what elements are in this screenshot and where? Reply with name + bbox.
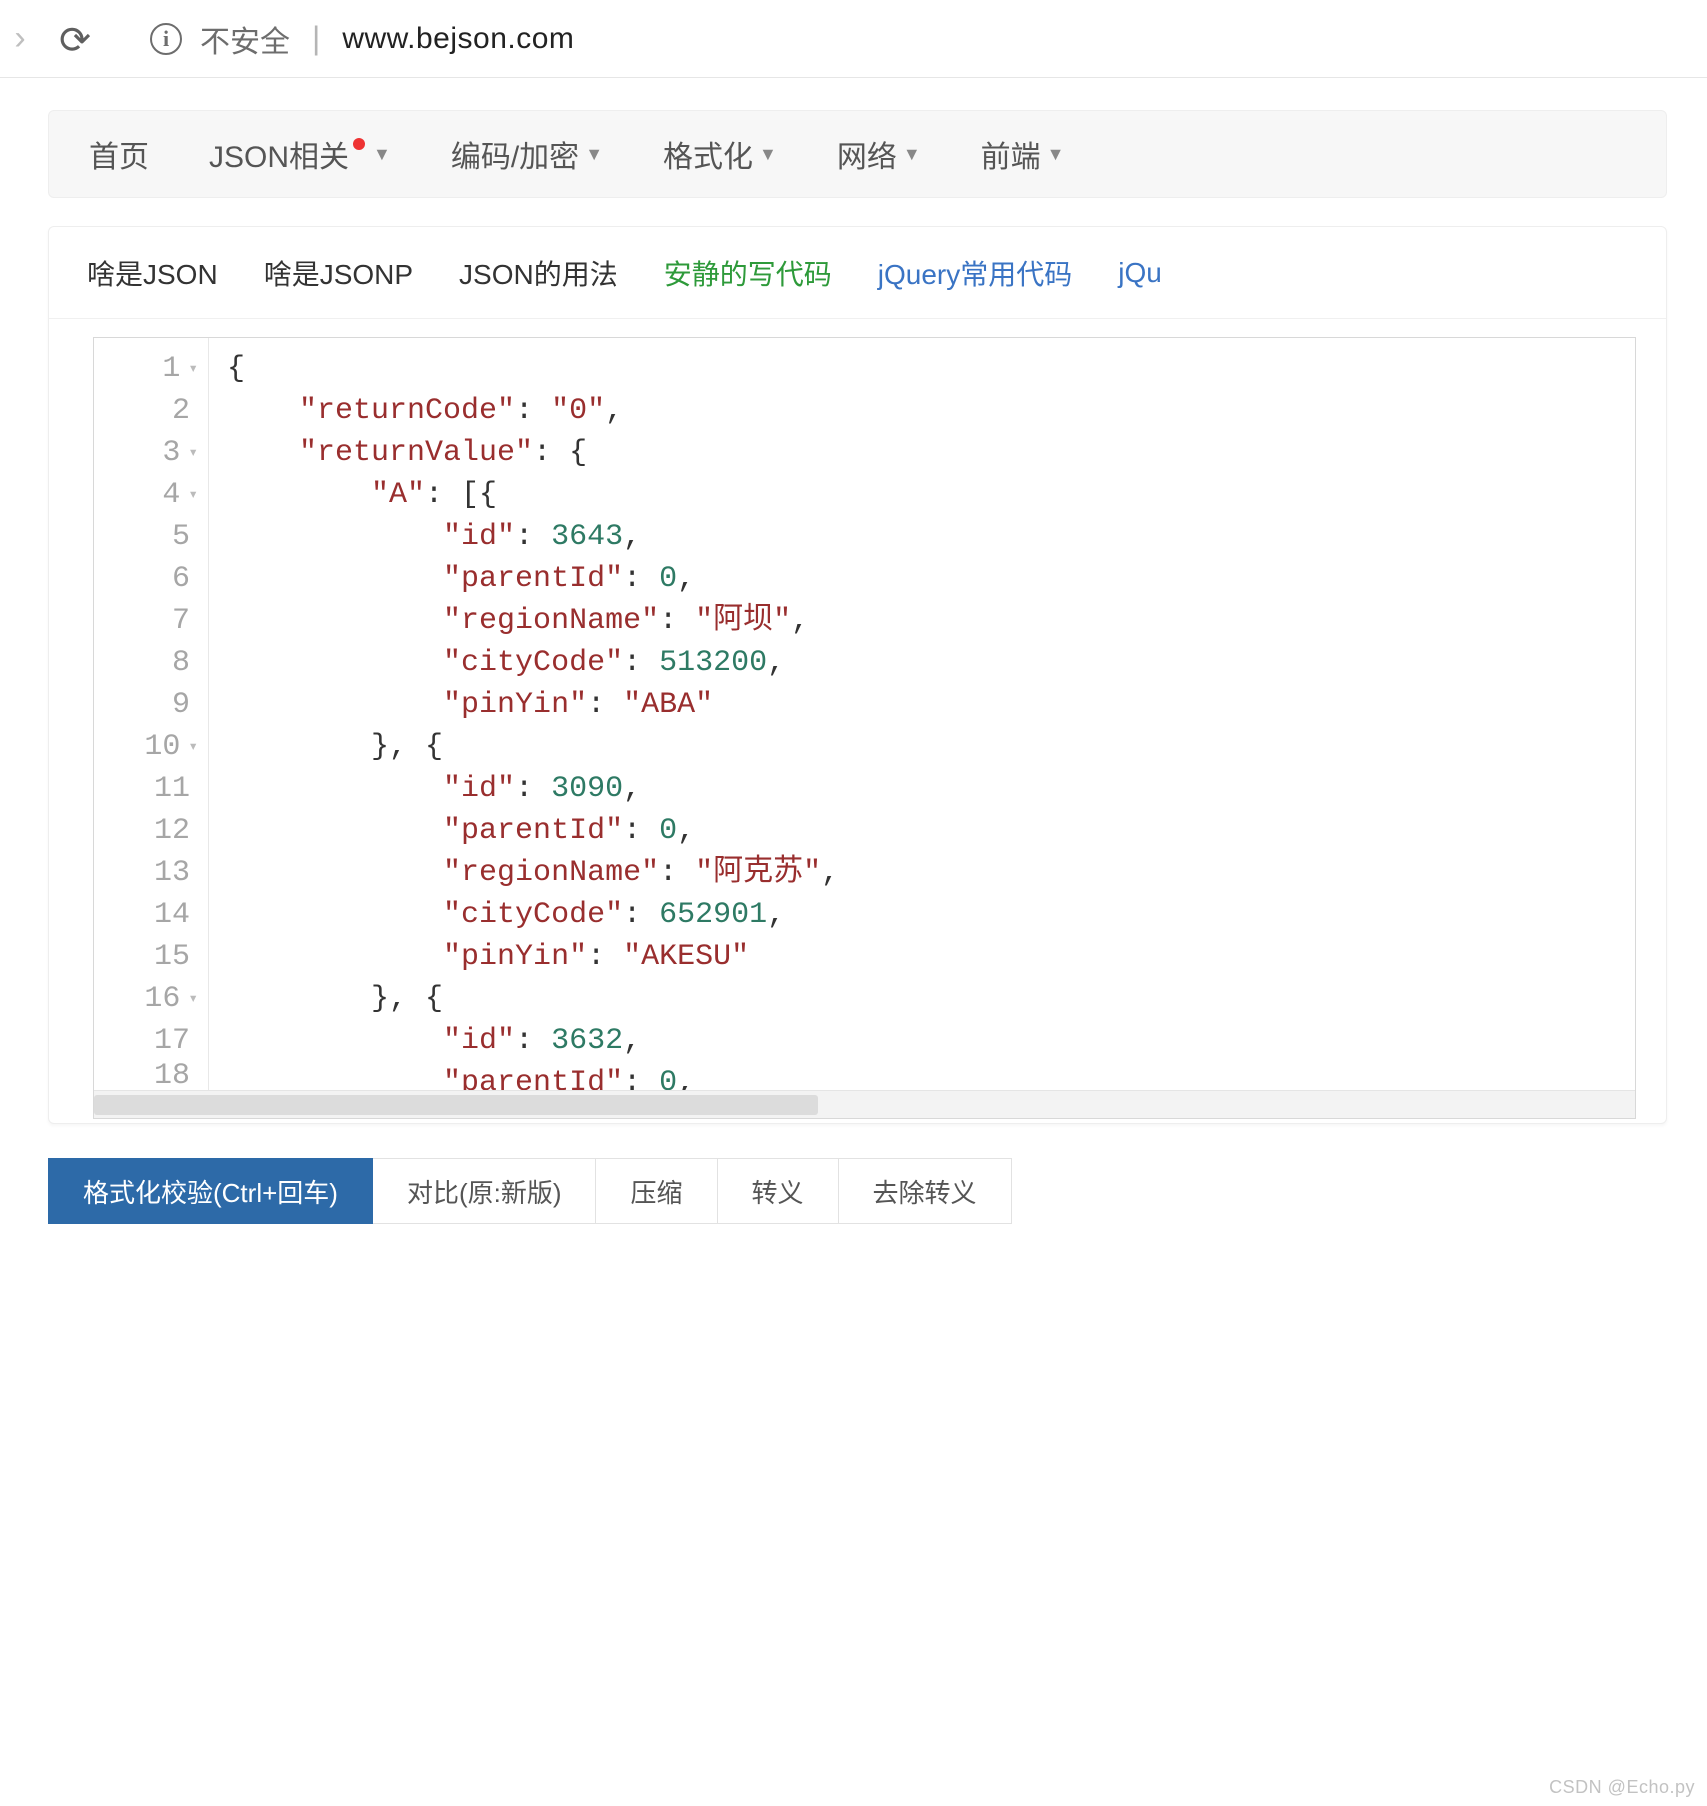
gutter-line: 11 (94, 768, 198, 810)
sub-tab[interactable]: 啥是JSONP (264, 253, 413, 293)
chevron-down-icon: ▼ (759, 144, 777, 165)
code-line: }, { (227, 726, 839, 768)
sub-tab-bar: 啥是JSON 啥是JSONP JSON的用法 安静的写代码 jQuery常用代码 jQu (49, 227, 1666, 319)
fold-icon[interactable]: ▾ (188, 726, 198, 768)
code-line: "A": [{ (227, 474, 839, 516)
nav-item-label: 网络 (837, 132, 897, 176)
line-gutter: 1▾23▾4▾5678910▾111213141516▾1718 (94, 338, 209, 1090)
code-line: "cityCode": 513200, (227, 642, 839, 684)
url-text: www.bejson.com (342, 22, 574, 56)
nav-item-label: 首页 (89, 132, 149, 176)
address-bar[interactable]: i 不安全 | www.bejson.com (110, 17, 574, 61)
horizontal-scrollbar[interactable] (94, 1090, 1635, 1118)
code-editor[interactable]: 1▾23▾4▾5678910▾111213141516▾1718 { "retu… (94, 338, 1635, 1090)
nav-item[interactable]: 前端 ▼ (981, 132, 1065, 176)
address-separator: | (308, 20, 324, 57)
gutter-line: 3▾ (94, 432, 198, 474)
code-line: "id": 3090, (227, 768, 839, 810)
editor-container: 1▾23▾4▾5678910▾111213141516▾1718 { "retu… (93, 337, 1636, 1119)
json-card: 啥是JSON啥是JSONPJSON的用法安静的写代码jQuery常用代码jQu … (48, 226, 1667, 1124)
code-line: "parentId": 0, (227, 558, 839, 600)
fold-icon[interactable]: ▾ (188, 432, 198, 474)
nav-item[interactable]: 编码/加密 ▼ (451, 132, 603, 176)
nav-item[interactable]: JSON相关 ▼ (209, 132, 391, 176)
gutter-line: 4▾ (94, 474, 198, 516)
code-line: "returnCode": "0", (227, 390, 839, 432)
code-line: "regionName": "阿克苏", (227, 852, 839, 894)
scrollbar-thumb[interactable] (94, 1095, 818, 1115)
action-button[interactable]: 转义 (718, 1158, 839, 1224)
nav-item-label: 编码/加密 (451, 132, 579, 176)
code-line: "id": 3643, (227, 516, 839, 558)
action-button[interactable]: 去除转义 (839, 1158, 1012, 1224)
reload-icon[interactable]: ⟳ (40, 18, 110, 63)
action-button[interactable]: 压缩 (596, 1158, 717, 1224)
chevron-down-icon: ▼ (373, 144, 391, 165)
gutter-line: 9 (94, 684, 198, 726)
insecure-label: 不安全 (200, 17, 290, 61)
gutter-line: 2 (94, 390, 198, 432)
code-line: "pinYin": "ABA" (227, 684, 839, 726)
gutter-line: 8 (94, 642, 198, 684)
nav-item[interactable]: 网络 ▼ (837, 132, 921, 176)
gutter-line: 16▾ (94, 978, 198, 1020)
sub-tab[interactable]: jQuery常用代码 (878, 253, 1072, 293)
gutter-line: 15 (94, 936, 198, 978)
site-info-icon[interactable]: i (150, 23, 182, 55)
code-line: "id": 3632, (227, 1020, 839, 1062)
code-line: { (227, 348, 839, 390)
gutter-line: 12 (94, 810, 198, 852)
nav-item[interactable]: 格式化 ▼ (663, 132, 777, 176)
watermark: CSDN @Echo.py (1549, 1777, 1695, 1798)
code-line: "pinYin": "AKESU" (227, 936, 839, 978)
forward-icon[interactable]: › (0, 19, 40, 58)
fold-icon[interactable]: ▾ (188, 474, 198, 516)
nav-item[interactable]: 首页 (89, 132, 149, 176)
code-area[interactable]: { "returnCode": "0", "returnValue": { "A… (209, 338, 839, 1090)
gutter-line: 7 (94, 600, 198, 642)
fold-icon[interactable]: ▾ (188, 348, 198, 390)
code-line: "cityCode": 652901, (227, 894, 839, 936)
browser-toolbar: › ⟳ i 不安全 | www.bejson.com (0, 0, 1707, 78)
site-nav: 首页 JSON相关 ▼ 编码/加密 ▼ 格式化 ▼ 网络 ▼ 前端 ▼ (48, 110, 1667, 198)
sub-tab[interactable]: JSON的用法 (459, 253, 618, 293)
sub-tab[interactable]: 啥是JSON (87, 253, 218, 293)
chevron-down-icon: ▼ (903, 144, 921, 165)
format-validate-button[interactable]: 格式化校验(Ctrl+回车) (48, 1158, 373, 1224)
gutter-line: 5 (94, 516, 198, 558)
chevron-down-icon: ▼ (585, 144, 603, 165)
gutter-line: 17 (94, 1020, 198, 1062)
fold-icon[interactable]: ▾ (188, 978, 198, 1020)
gutter-line: 18 (94, 1062, 198, 1090)
action-button[interactable]: 对比(原:新版) (373, 1158, 597, 1224)
gutter-line: 1▾ (94, 348, 198, 390)
code-line: "returnValue": { (227, 432, 839, 474)
code-line: "regionName": "阿坝", (227, 600, 839, 642)
nav-item-label: 前端 (981, 132, 1041, 176)
code-line: "parentId": 0, (227, 810, 839, 852)
gutter-line: 14 (94, 894, 198, 936)
code-line: "parentId": 0, (227, 1062, 839, 1090)
notification-dot-icon (353, 138, 365, 150)
sub-tab[interactable]: 安静的写代码 (664, 253, 832, 293)
sub-tab[interactable]: jQu (1118, 257, 1162, 289)
nav-item-label: JSON相关 (209, 132, 349, 176)
code-line: }, { (227, 978, 839, 1020)
action-bar: 格式化校验(Ctrl+回车)对比(原:新版)压缩转义去除转义 (48, 1158, 1667, 1224)
chevron-down-icon: ▼ (1047, 144, 1065, 165)
gutter-line: 6 (94, 558, 198, 600)
gutter-line: 13 (94, 852, 198, 894)
nav-item-label: 格式化 (663, 132, 753, 176)
gutter-line: 10▾ (94, 726, 198, 768)
